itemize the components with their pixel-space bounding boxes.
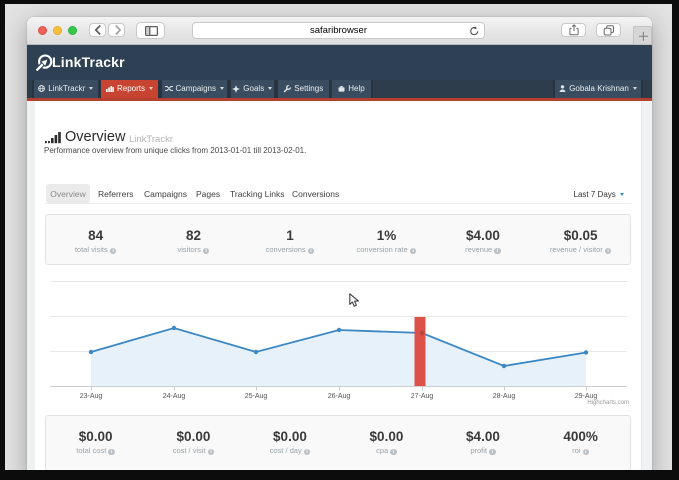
svg-text:28-Aug: 28-Aug	[493, 393, 516, 400]
svg-text:26-Aug: 26-Aug	[328, 393, 351, 400]
svg-text:24-Aug: 24-Aug	[163, 393, 186, 400]
svg-text:27-Aug: 27-Aug	[411, 393, 434, 400]
svg-text:Highcharts.com: Highcharts.com	[587, 400, 629, 406]
svg-text:29-Aug: 29-Aug	[575, 393, 598, 400]
svg-text:23-Aug: 23-Aug	[80, 393, 103, 400]
svg-text:25-Aug: 25-Aug	[245, 393, 268, 400]
